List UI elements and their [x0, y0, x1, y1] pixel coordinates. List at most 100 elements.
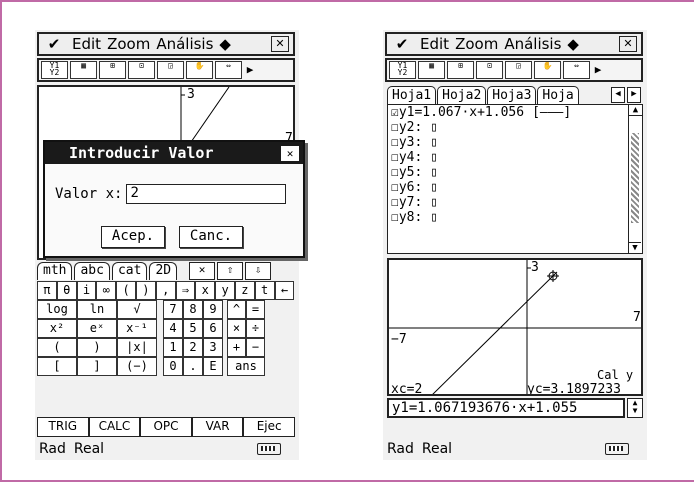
- menu-edit[interactable]: Edit: [417, 35, 452, 53]
- keyboard-key[interactable]: t: [254, 281, 275, 300]
- keyboard-key[interactable]: 2: [183, 338, 203, 357]
- checked-box-icon[interactable]: ☑: [391, 105, 399, 120]
- keyboard-key[interactable]: ln: [77, 300, 117, 319]
- pan-icon[interactable]: ✋: [534, 61, 561, 79]
- keyboard-key[interactable]: ]: [77, 357, 117, 376]
- menu-diamond[interactable]: ◆: [216, 35, 234, 53]
- keyboard-key[interactable]: x: [195, 281, 216, 300]
- main-menu-icon[interactable]: ✔: [39, 35, 69, 53]
- tab-cat[interactable]: cat: [111, 262, 148, 280]
- keyboard-key[interactable]: ans: [227, 357, 265, 376]
- keyboard-key[interactable]: =: [246, 300, 265, 319]
- keyboard-key[interactable]: ^: [227, 300, 246, 319]
- table-icon[interactable]: ▦: [418, 61, 445, 79]
- keyboard-close-icon[interactable]: ✕: [189, 262, 216, 280]
- resize-icon[interactable]: ⇔: [215, 61, 242, 79]
- zoom-in-icon[interactable]: ⊡: [128, 61, 155, 79]
- equation-text[interactable]: y4:: [399, 150, 422, 165]
- equation-row[interactable]: ☐y7: ▯: [391, 195, 642, 210]
- function-key[interactable]: OPC: [140, 417, 192, 437]
- keyboard-key[interactable]: 7: [163, 300, 183, 319]
- menu-analisis[interactable]: Análisis: [153, 35, 216, 53]
- function-key[interactable]: VAR: [191, 417, 244, 437]
- keyboard-key[interactable]: (: [37, 338, 77, 357]
- checkbox-icon[interactable]: ☐: [391, 120, 399, 135]
- equation-row[interactable]: ☐y5: ▯: [391, 165, 642, 180]
- value-x-input[interactable]: 2: [126, 184, 287, 204]
- tab-left-icon[interactable]: ◀: [611, 87, 625, 103]
- close-icon[interactable]: ✕: [619, 36, 637, 52]
- function-key[interactable]: CALC: [88, 417, 141, 437]
- equation-row[interactable]: ☐y6: ▯: [391, 180, 642, 195]
- toolbar-next-icon[interactable]: ▶: [244, 61, 256, 79]
- equation-text[interactable]: y1=1.067·x+1.056: [399, 105, 524, 120]
- menu-diamond[interactable]: ◆: [564, 35, 582, 53]
- scroll-thumb[interactable]: [631, 133, 639, 223]
- menu-analisis[interactable]: Análisis: [501, 35, 564, 53]
- dialog-close-icon[interactable]: ✕: [281, 145, 299, 161]
- zoom-out-icon[interactable]: ◲: [157, 61, 184, 79]
- keyboard-key[interactable]: ∞: [96, 281, 117, 300]
- keyboard-key[interactable]: log: [37, 300, 77, 319]
- menu-zoom[interactable]: Zoom: [452, 35, 501, 53]
- keyboard-key[interactable]: π: [37, 281, 57, 300]
- tab-hoja2[interactable]: Hoja2: [437, 86, 487, 104]
- checkbox-icon[interactable]: ☐: [391, 135, 399, 150]
- equation-text[interactable]: y7:: [399, 195, 422, 210]
- function-key[interactable]: Ejec: [243, 417, 295, 437]
- equation-text[interactable]: y2:: [399, 120, 422, 135]
- keyboard-key[interactable]: 1: [163, 338, 183, 357]
- keyboard-key[interactable]: θ: [56, 281, 77, 300]
- tab-right-icon[interactable]: ▶: [627, 87, 641, 103]
- function-key[interactable]: TRIG: [37, 417, 89, 437]
- keyboard-shift-icon[interactable]: ⇧: [217, 262, 244, 280]
- menu-zoom[interactable]: Zoom: [104, 35, 153, 53]
- graph-editor-icon[interactable]: Y1 Y2: [41, 61, 68, 79]
- zoom-in-icon[interactable]: ⊡: [476, 61, 503, 79]
- expression-entry[interactable]: y1=1.067193676·x+1.055: [387, 398, 625, 418]
- tab-hoja4[interactable]: Hoja: [537, 86, 579, 104]
- keyboard-key[interactable]: [: [37, 357, 77, 376]
- table-icon[interactable]: ▦: [70, 61, 97, 79]
- equation-text[interactable]: y5:: [399, 165, 422, 180]
- menu-edit[interactable]: Edit: [69, 35, 104, 53]
- keyboard-key[interactable]: 9: [203, 300, 223, 319]
- scroll-up-icon[interactable]: ▲: [629, 105, 642, 116]
- checkbox-icon[interactable]: ☐: [391, 150, 399, 165]
- equation-row[interactable]: ☐y8: ▯: [391, 210, 642, 225]
- keyboard-key[interactable]: 4: [163, 319, 183, 338]
- checkbox-icon[interactable]: ☐: [391, 195, 399, 210]
- keyboard-down-icon[interactable]: ⇩: [245, 262, 272, 280]
- zoom-box-icon[interactable]: ⊞: [447, 61, 474, 79]
- number-mode[interactable]: Real: [74, 441, 104, 457]
- keyboard-key[interactable]: ÷: [246, 319, 265, 338]
- toolbar-next-icon[interactable]: ▶: [592, 61, 604, 79]
- equation-row[interactable]: ☑y1=1.067·x+1.056 [———]: [391, 105, 642, 120]
- cancel-button[interactable]: Canc.: [179, 226, 243, 248]
- keyboard-key[interactable]: ): [77, 338, 117, 357]
- checkbox-icon[interactable]: ☐: [391, 165, 399, 180]
- checkbox-icon[interactable]: ☐: [391, 210, 399, 225]
- keyboard-key[interactable]: +: [227, 338, 246, 357]
- graph-window[interactable]: 3 7 −7 Cal y xc=2 yc=3.1897233: [387, 258, 643, 396]
- pan-icon[interactable]: ✋: [186, 61, 213, 79]
- tab-hoja3[interactable]: Hoja3: [487, 86, 537, 104]
- resize-icon[interactable]: ⇔: [563, 61, 590, 79]
- keyboard-key[interactable]: 8: [183, 300, 203, 319]
- equation-row[interactable]: ☐y2: ▯: [391, 120, 642, 135]
- keyboard-key[interactable]: ,: [155, 281, 176, 300]
- angle-mode[interactable]: Rad: [387, 441, 414, 457]
- equation-text[interactable]: y8:: [399, 210, 422, 225]
- keyboard-key[interactable]: −: [246, 338, 265, 357]
- keyboard-key[interactable]: (: [116, 281, 136, 300]
- angle-mode[interactable]: Rad: [39, 441, 66, 457]
- tab-2d[interactable]: 2D: [149, 262, 178, 280]
- keyboard-key[interactable]: ×: [227, 319, 246, 338]
- tab-hoja1[interactable]: Hoja1: [387, 86, 437, 104]
- zoom-out-icon[interactable]: ◲: [505, 61, 532, 79]
- tab-mth[interactable]: mth: [37, 262, 73, 280]
- entry-scroll-icon[interactable]: ▲ ▼: [627, 398, 643, 418]
- tab-abc[interactable]: abc: [74, 262, 110, 280]
- equation-text[interactable]: y6:: [399, 180, 422, 195]
- keyboard-key[interactable]: y: [215, 281, 235, 300]
